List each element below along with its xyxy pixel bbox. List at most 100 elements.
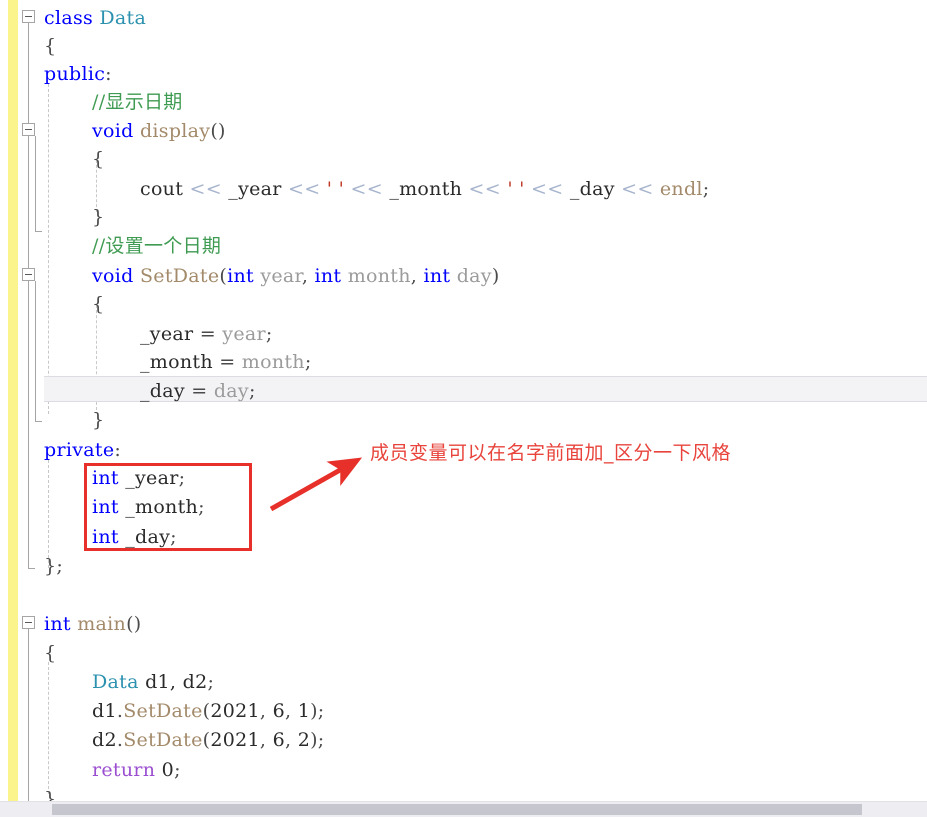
code-line[interactable]	[0, 581, 927, 609]
code-token: display	[139, 120, 211, 142]
code-token: ()	[126, 613, 142, 635]
code-token: ;	[702, 178, 710, 200]
code-token: =	[191, 380, 214, 402]
code-token: ' '	[507, 178, 525, 200]
code-token: ;	[304, 351, 312, 373]
code-token: _day	[140, 380, 192, 402]
code-token: _year	[228, 178, 289, 200]
code-token: int	[44, 613, 78, 635]
code-token: 1	[297, 700, 311, 722]
code-line[interactable]: }	[0, 203, 927, 231]
code-line[interactable]: //显示日期	[0, 88, 927, 116]
code-text-area[interactable]: class Data{public://显示日期 void display(){c…	[0, 0, 927, 817]
code-token: {	[44, 35, 57, 57]
code-token: Data	[99, 7, 147, 29]
code-token: <<	[350, 178, 390, 200]
code-token: ;	[265, 323, 273, 345]
code-token: d1	[92, 700, 117, 722]
code-token: <<	[621, 178, 660, 200]
horizontal-scrollbar[interactable]	[0, 801, 927, 817]
code-token: )	[491, 265, 500, 287]
code-line[interactable]: void display()	[0, 117, 927, 145]
code-line[interactable]: return 0;	[0, 756, 927, 784]
code-token: ,	[285, 700, 298, 722]
code-token: month	[241, 351, 305, 373]
code-token: public	[44, 63, 106, 85]
code-line[interactable]: d2.SetDate(2021, 6, 2);	[0, 726, 927, 754]
code-token: =	[219, 351, 242, 373]
code-line[interactable]: cout << _year << ' ' << _month << ' ' <<…	[0, 175, 927, 203]
code-token: :	[114, 439, 122, 461]
code-line[interactable]: }	[0, 406, 927, 434]
code-line[interactable]: {	[0, 290, 927, 318]
code-token: 0	[161, 759, 175, 781]
code-token: SetDate	[139, 265, 220, 287]
code-token: _month	[140, 351, 220, 373]
code-line[interactable]: };	[0, 552, 927, 580]
code-line[interactable]: _month = month;	[0, 348, 927, 376]
code-token: }	[92, 409, 105, 431]
code-token: int	[314, 265, 348, 287]
code-token: ,	[410, 265, 424, 287]
code-line[interactable]: //设置一个日期	[0, 232, 927, 260]
code-token: :	[105, 63, 112, 85]
code-token: );	[310, 700, 325, 722]
code-token: day	[213, 380, 249, 402]
code-token: ;	[174, 759, 181, 781]
code-token: //显示日期	[92, 91, 183, 113]
code-token: 2	[297, 729, 311, 751]
code-token: endl	[659, 178, 703, 200]
code-line[interactable]: _day = day;	[0, 377, 927, 405]
code-line[interactable]: {	[0, 145, 927, 173]
code-line[interactable]: {	[0, 32, 927, 60]
code-editor[interactable]: class Data{public://显示日期 void display(){c…	[0, 0, 927, 817]
code-line[interactable]: d1.SetDate(2021, 6, 1);	[0, 697, 927, 725]
code-line[interactable]: public:	[0, 60, 927, 88]
code-token: 2021	[210, 729, 260, 751]
annotation-highlight-box	[84, 463, 252, 551]
code-token: <<	[189, 178, 229, 200]
code-token: 6	[272, 729, 285, 751]
code-line[interactable]: void SetDate(int year, int month, int da…	[0, 262, 927, 290]
code-token: _day	[569, 178, 622, 200]
code-token: year	[222, 323, 266, 345]
code-token: {	[92, 148, 105, 170]
code-token: ,	[259, 700, 273, 722]
code-token: d1, d2	[145, 671, 208, 693]
code-token: _month	[389, 178, 469, 200]
code-token: ' '	[326, 178, 345, 200]
code-token: ;	[207, 671, 215, 693]
code-token: ;	[248, 380, 256, 402]
code-token: //设置一个日期	[92, 235, 222, 257]
code-token: return	[92, 759, 162, 781]
code-token: ()	[210, 120, 226, 142]
code-token: ,	[259, 729, 273, 751]
code-token: SetDate	[123, 700, 203, 722]
code-token: Data	[92, 671, 146, 693]
code-token: void	[92, 265, 140, 287]
code-token: cout	[140, 178, 190, 200]
code-token: _year	[140, 323, 200, 345]
code-line[interactable]: Data d1, d2;	[0, 668, 927, 696]
code-token: );	[310, 729, 325, 751]
code-token: =	[199, 323, 223, 345]
code-token: ,	[285, 729, 298, 751]
code-line[interactable]: _year = year;	[0, 320, 927, 348]
code-line[interactable]: int main()	[0, 610, 927, 638]
code-token: }	[92, 206, 105, 228]
horizontal-scrollbar-thumb[interactable]	[52, 804, 862, 815]
code-token: {	[92, 293, 105, 315]
code-line[interactable]: {	[0, 639, 927, 667]
code-token: <<	[288, 178, 327, 200]
code-token: <<	[531, 178, 570, 200]
code-token: ,	[301, 265, 315, 287]
code-token: year	[260, 265, 302, 287]
code-token: day	[456, 265, 492, 287]
annotation-label: 成员变量可以在名字前面加_区分一下风格	[370, 442, 732, 464]
code-token: SetDate	[123, 729, 203, 751]
code-token: private	[44, 439, 115, 461]
code-line[interactable]: class Data	[0, 4, 927, 32]
code-token: (	[219, 265, 228, 287]
code-token: d2	[92, 729, 117, 751]
code-token: void	[92, 120, 140, 142]
